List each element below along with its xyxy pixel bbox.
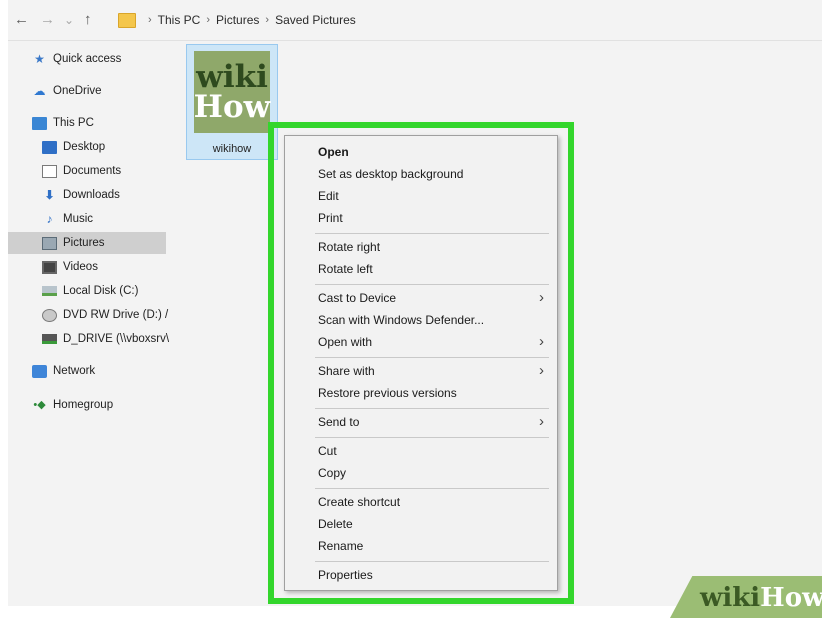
menu-item-cast-to-device[interactable]: Cast to Device [318, 288, 538, 308]
document-icon [42, 164, 57, 178]
menu-item-create-shortcut[interactable]: Create shortcut [318, 492, 538, 512]
network-icon [32, 364, 47, 378]
image-thumbnail: wiki How [194, 51, 270, 133]
menu-separator [315, 561, 549, 562]
breadcrumb-separator-icon[interactable]: › [148, 14, 152, 26]
picture-icon [42, 236, 57, 250]
cloud-icon: ☁ [33, 84, 46, 98]
menu-item-properties[interactable]: Properties [318, 565, 538, 585]
music-note-icon: ♪ [46, 212, 53, 226]
nav-label: Quick access [53, 53, 122, 65]
nav-network[interactable]: Network [8, 360, 190, 382]
menu-item-restore-previous-versions[interactable]: Restore previous versions [318, 383, 538, 403]
nav-quick-access[interactable]: ★ Quick access [8, 48, 190, 70]
thumbnail-text-line2: How [193, 89, 271, 125]
menu-item-open[interactable]: Open [318, 142, 538, 162]
menu-item-scan-defender[interactable]: Scan with Windows Defender... [318, 310, 538, 330]
nav-label: D_DRIVE (\\vboxsrv\ [63, 333, 170, 345]
menu-item-open-with[interactable]: Open with [318, 332, 538, 352]
breadcrumb-this-pc[interactable]: This PC [158, 13, 201, 27]
watermark-part1: wiki [700, 583, 761, 613]
dvd-icon [42, 308, 57, 322]
nav-label: Network [53, 365, 96, 377]
menu-item-print[interactable]: Print [318, 208, 538, 228]
menu-item-delete[interactable]: Delete [318, 514, 538, 534]
menu-separator [315, 437, 549, 438]
nav-label: DVD RW Drive (D:) / [63, 309, 169, 321]
menu-item-rename[interactable]: Rename [318, 536, 538, 556]
breadcrumb-saved-pictures[interactable]: Saved Pictures [275, 13, 356, 27]
menu-separator [315, 488, 549, 489]
menu-item-rotate-right[interactable]: Rotate right [318, 237, 538, 257]
desktop-icon [42, 140, 57, 154]
chevron-right-icon: › [539, 333, 544, 350]
menu-item-copy[interactable]: Copy [318, 463, 538, 483]
nav-label: Desktop [63, 141, 106, 153]
watermark-part2: How [760, 583, 822, 613]
menu-separator [315, 357, 549, 358]
nav-label: Videos [63, 261, 98, 273]
recent-locations-icon[interactable]: ⌄ [64, 12, 74, 28]
nav-label: Pictures [63, 237, 105, 249]
nav-homegroup[interactable]: •◆ Homegroup [8, 394, 190, 416]
chevron-right-icon: › [539, 289, 544, 306]
up-arrow-icon[interactable]: ↑ [84, 12, 92, 28]
menu-separator [315, 408, 549, 409]
homegroup-icon: •◆ [33, 399, 46, 411]
back-arrow-icon[interactable]: ← [14, 12, 29, 28]
menu-item-send-to[interactable]: Send to [318, 412, 538, 432]
forward-arrow-icon[interactable]: → [40, 12, 55, 28]
nav-label: This PC [53, 117, 94, 129]
video-icon [42, 260, 57, 274]
chevron-right-icon: › [539, 413, 544, 430]
network-drive-icon [42, 334, 57, 344]
star-icon: ★ [34, 52, 45, 66]
nav-label: Downloads [63, 189, 120, 201]
menu-item-rotate-left[interactable]: Rotate left [318, 259, 538, 279]
monitor-icon [32, 116, 47, 130]
nav-label: Local Disk (C:) [63, 285, 139, 297]
menu-separator [315, 284, 549, 285]
breadcrumb-separator-icon[interactable]: › [206, 14, 210, 26]
nav-label: Documents [63, 165, 122, 177]
nav-label: Homegroup [53, 399, 114, 411]
chevron-right-icon: › [539, 362, 544, 379]
menu-separator [315, 233, 549, 234]
breadcrumb-pictures[interactable]: Pictures [216, 13, 259, 27]
nav-label: Music [63, 213, 94, 225]
nav-onedrive[interactable]: ☁ OneDrive [8, 80, 190, 102]
folder-icon [118, 12, 136, 28]
menu-item-cut[interactable]: Cut [318, 441, 538, 461]
breadcrumb: › This PC › Pictures › Saved Pictures [118, 11, 356, 29]
file-name: wikihow [212, 143, 252, 155]
thumbnail-text-line1: wiki [196, 59, 268, 95]
context-menu: Open Set as desktop background Edit Prin… [284, 135, 558, 591]
wikihow-watermark: wikiHow [700, 583, 822, 613]
address-bar: ← → ⌄ ↑ › This PC › Pictures › Saved Pic… [8, 0, 822, 41]
download-arrow-icon: ⬇ [44, 188, 55, 202]
nav-label: OneDrive [53, 85, 102, 97]
nav-pictures[interactable]: Pictures [8, 232, 166, 254]
menu-item-share-with[interactable]: Share with [318, 361, 538, 381]
file-item[interactable]: wiki How wikihow [186, 44, 278, 160]
menu-item-set-desktop-background[interactable]: Set as desktop background [318, 164, 538, 184]
menu-item-edit[interactable]: Edit [318, 186, 538, 206]
nav-this-pc[interactable]: This PC [8, 112, 190, 134]
navigation-pane: ★ Quick access ☁ OneDrive This PC Deskto… [8, 44, 170, 606]
breadcrumb-separator-icon[interactable]: › [265, 14, 269, 26]
hard-drive-icon [42, 286, 57, 296]
